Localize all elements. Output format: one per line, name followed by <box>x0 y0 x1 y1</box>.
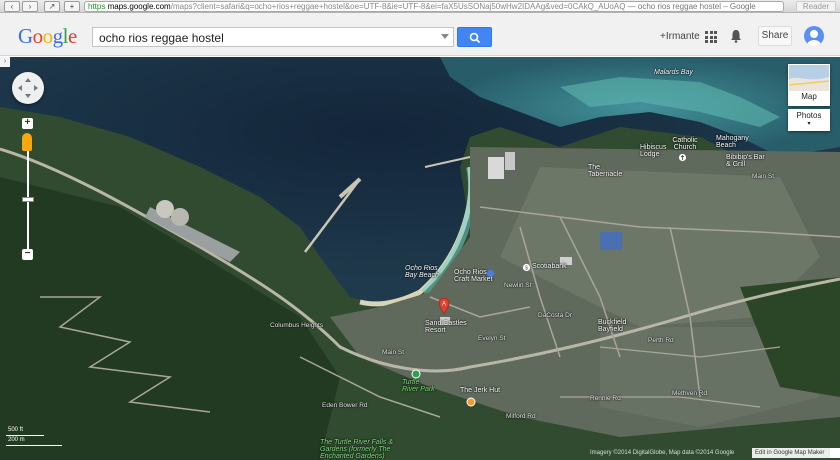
new-tab-icon[interactable]: + <box>64 1 80 12</box>
notifications-bell-icon[interactable] <box>730 29 742 43</box>
scale-bar: 500 ft 200 m <box>6 427 64 447</box>
reader-button[interactable]: Reader <box>796 1 836 12</box>
forward-button[interactable]: › <box>22 1 38 12</box>
label-eden-bower-rd: Eden Bower Rd <box>322 402 368 409</box>
zoom-slider-handle[interactable] <box>22 197 34 202</box>
satellite-imagery <box>0 57 840 460</box>
pan-control[interactable] <box>12 72 44 104</box>
url-host: maps.google.com <box>107 2 171 11</box>
map-thumbnail <box>789 65 829 91</box>
search-dropdown-icon[interactable] <box>441 34 449 39</box>
url-path: /maps?client=safari&q=ocho+rios+reggae+h… <box>170 2 626 11</box>
avatar[interactable] <box>804 26 824 46</box>
label-dacosta-dr: DaCosta Dr <box>538 312 572 319</box>
svg-text:$: $ <box>525 266 528 272</box>
scale-ft-label: 500 ft <box>8 427 24 433</box>
label-rennie-rd: Rennie Rd <box>590 395 621 402</box>
label-catholic-church: Catholic Church <box>672 137 698 151</box>
street-view-pegman-icon[interactable] <box>22 133 32 151</box>
scale-m-label: 200 m <box>8 437 25 443</box>
label-turtle-river-park: Turtle River Park <box>402 379 435 393</box>
user-silhouette-icon <box>807 30 821 46</box>
apps-grid-icon[interactable] <box>705 31 717 43</box>
search-input[interactable]: ocho rios reggae hostel <box>92 27 454 47</box>
label-evelyn-st: Evelyn St <box>478 335 506 342</box>
svg-text:A: A <box>442 302 446 308</box>
label-the-jerk-hut: The Jerk Hut <box>460 387 501 394</box>
label-the-tabernacle: The Tabernacle <box>588 164 623 178</box>
church-marker-icon[interactable] <box>678 153 687 162</box>
share-page-icon[interactable]: ↗ <box>44 1 60 12</box>
label-newlin-st: Newlin St <box>504 282 532 289</box>
satellite-map[interactable]: Malards Bay Mahogany Beach Catholic Chur… <box>0 57 840 460</box>
restaurant-marker-icon[interactable] <box>466 397 476 407</box>
map-attribution: Imagery ©2014 DigitalGlobe, Map data ©20… <box>590 450 735 456</box>
google-logo[interactable]: Google <box>18 24 77 49</box>
label-main-st-east: Main St <box>752 173 775 180</box>
edit-in-map-maker-link[interactable]: Edit in Google Map Maker <box>752 448 830 458</box>
label-buckfield: Buckfield Bayfield <box>598 319 627 333</box>
label-methven-rd: Methven Rd <box>672 390 708 397</box>
browser-toolbar: ‹ › ↗ + https maps.google.com/maps?clien… <box>0 0 840 13</box>
search-icon <box>469 32 481 44</box>
label-bibibips: Bibibip's Bar & Grill <box>726 154 765 168</box>
side-panel-toggle[interactable]: › <box>0 57 10 67</box>
label-turtle-river-falls: The Turtle River Falls & Gardens (former… <box>320 439 393 460</box>
pan-arrows-icon <box>18 78 38 98</box>
label-sand-castles-resort: Sand Castles Resort <box>425 320 467 334</box>
label-malards-bay: Malards Bay <box>654 69 693 76</box>
zoom-control: + − <box>22 118 34 263</box>
address-bar[interactable]: https maps.google.com/maps?client=safari… <box>84 1 784 12</box>
url-https: https <box>88 2 106 11</box>
label-columbus-heights: Columbus Heights <box>270 322 324 329</box>
shop-marker-icon[interactable] <box>486 269 495 278</box>
label-milford-rd: Milford Rd <box>506 413 536 420</box>
user-link[interactable]: +Irmante <box>660 31 700 42</box>
google-header: Google ocho rios reggae hostel +Irmante … <box>0 13 840 56</box>
label-scotiabank: Scotiabank <box>532 263 567 270</box>
map-layer-toggle[interactable]: Map <box>788 64 830 106</box>
map-layer-label: Map <box>801 92 817 101</box>
park-marker-icon[interactable] <box>411 369 421 379</box>
photos-button[interactable]: Photos ▾ <box>788 109 830 131</box>
resize-corner-icon[interactable] <box>830 448 840 458</box>
share-button[interactable]: Share <box>758 26 792 46</box>
label-main-st-west: Main St <box>382 349 405 356</box>
photos-label: Photos <box>796 111 822 120</box>
zoom-in-button[interactable]: + <box>22 118 33 129</box>
bank-marker-icon[interactable]: $ <box>522 263 531 272</box>
page-title: — ocho rios reggae hostel – Google <box>625 2 756 11</box>
result-marker-a-icon[interactable]: A <box>438 297 450 315</box>
search-button[interactable] <box>457 27 492 47</box>
label-hibiscus-lodge: Hibiscus Lodge <box>640 144 667 158</box>
label-ocho-rios-bay-beach: Ocho Rios Bay Beach <box>405 265 439 279</box>
label-perth-rd: Perth Rd <box>648 337 674 344</box>
back-button[interactable]: ‹ <box>4 1 20 12</box>
chevron-down-icon: ▾ <box>807 121 811 127</box>
zoom-out-button[interactable]: − <box>22 249 33 260</box>
label-mahogany-beach: Mahogany Beach <box>716 135 749 149</box>
